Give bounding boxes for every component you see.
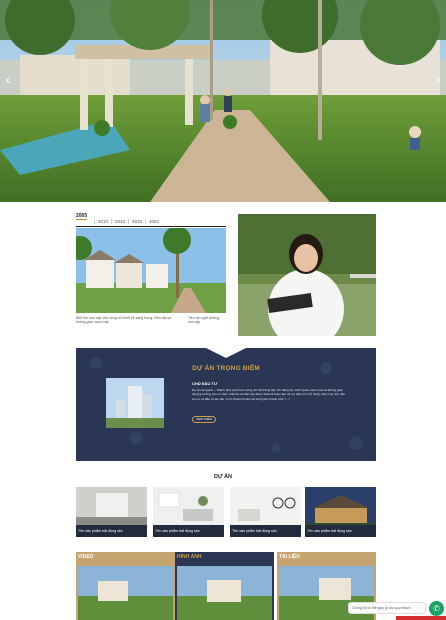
projects-heading: DỰ ÁN xyxy=(213,474,232,480)
media-images-image xyxy=(177,566,272,620)
project-card[interactable]: Tên sản phẩm bất động sản xyxy=(76,487,147,537)
featured-subtitle: CHỦ ĐẦU TƯ xyxy=(192,381,218,386)
timeline-caption: Biệt thự cao cấp ven sông với thiết kế s… xyxy=(76,316,172,324)
timeline-tab-active[interactable]: 2005 xyxy=(76,213,88,220)
project-card-title: Tên sản phẩm bất động sản xyxy=(153,525,224,537)
timeline-section: 2005 2010 2015 2015 2020 Biệt thự cao cấ… xyxy=(76,213,226,324)
hero-banner[interactable]: ‹ › xyxy=(0,0,446,202)
timeline-tab[interactable]: 2010 xyxy=(94,219,111,224)
project-card[interactable]: Tên sản phẩm bất động sản xyxy=(230,487,301,537)
chat-prompt-bubble[interactable]: Chúng tôi có thể giúp gì cho quý khách xyxy=(348,602,426,614)
timeline-tab[interactable]: 2015 xyxy=(128,219,145,224)
media-documents-title: TÀI LIỆU xyxy=(279,554,300,560)
timeline-tab[interactable]: 2020 xyxy=(145,219,162,224)
media-images-title: HÌNH ẢNH xyxy=(177,554,202,560)
media-images[interactable]: HÌNH ẢNH xyxy=(175,552,274,620)
prev-slide-arrow[interactable]: ‹ xyxy=(2,70,14,88)
next-slide-arrow[interactable]: › xyxy=(432,70,444,88)
timeline-image[interactable] xyxy=(76,228,226,313)
hero-image xyxy=(0,0,446,202)
project-card-title: Tên sản phẩm bất động sản xyxy=(230,525,301,537)
project-card-title: Tên sản phẩm bất động sản xyxy=(305,525,376,537)
featured-project-section: DỰ ÁN TRỌNG ĐIỂM CHỦ ĐẦU TƯ Dự án Ecopar… xyxy=(76,348,376,461)
project-card-title: Tên sản phẩm bất động sản xyxy=(76,525,147,537)
timeline-tab[interactable]: 2015 xyxy=(111,219,128,224)
featured-project-image[interactable] xyxy=(106,378,164,428)
page: ‹ › 2005 2010 2015 2015 2020 Biệt thự ca… xyxy=(0,0,446,620)
read-more-button[interactable]: XEM THÊM xyxy=(192,416,216,423)
chat-icon[interactable]: ✆ xyxy=(429,601,444,616)
project-card[interactable]: Tên sản phẩm bất động sản xyxy=(153,487,224,537)
featured-title: DỰ ÁN TRỌNG ĐIỂM xyxy=(192,365,260,372)
featured-description: Dự án Ecopark – Thành phố xanh bên sông … xyxy=(192,388,345,401)
media-video-title: VIDEO xyxy=(78,554,94,560)
timeline-tabs: 2005 2010 2015 2015 2020 xyxy=(76,213,226,227)
media-video-image xyxy=(78,566,173,620)
portrait-image xyxy=(238,214,376,336)
timeline-caption-secondary: Tiện ích nghỉ dưỡng cao cấp xyxy=(188,316,220,324)
media-video[interactable]: VIDEO xyxy=(76,552,175,620)
project-card[interactable]: Tên sản phẩm bất động sản xyxy=(305,487,376,537)
bottom-contact-bar[interactable] xyxy=(396,616,446,620)
